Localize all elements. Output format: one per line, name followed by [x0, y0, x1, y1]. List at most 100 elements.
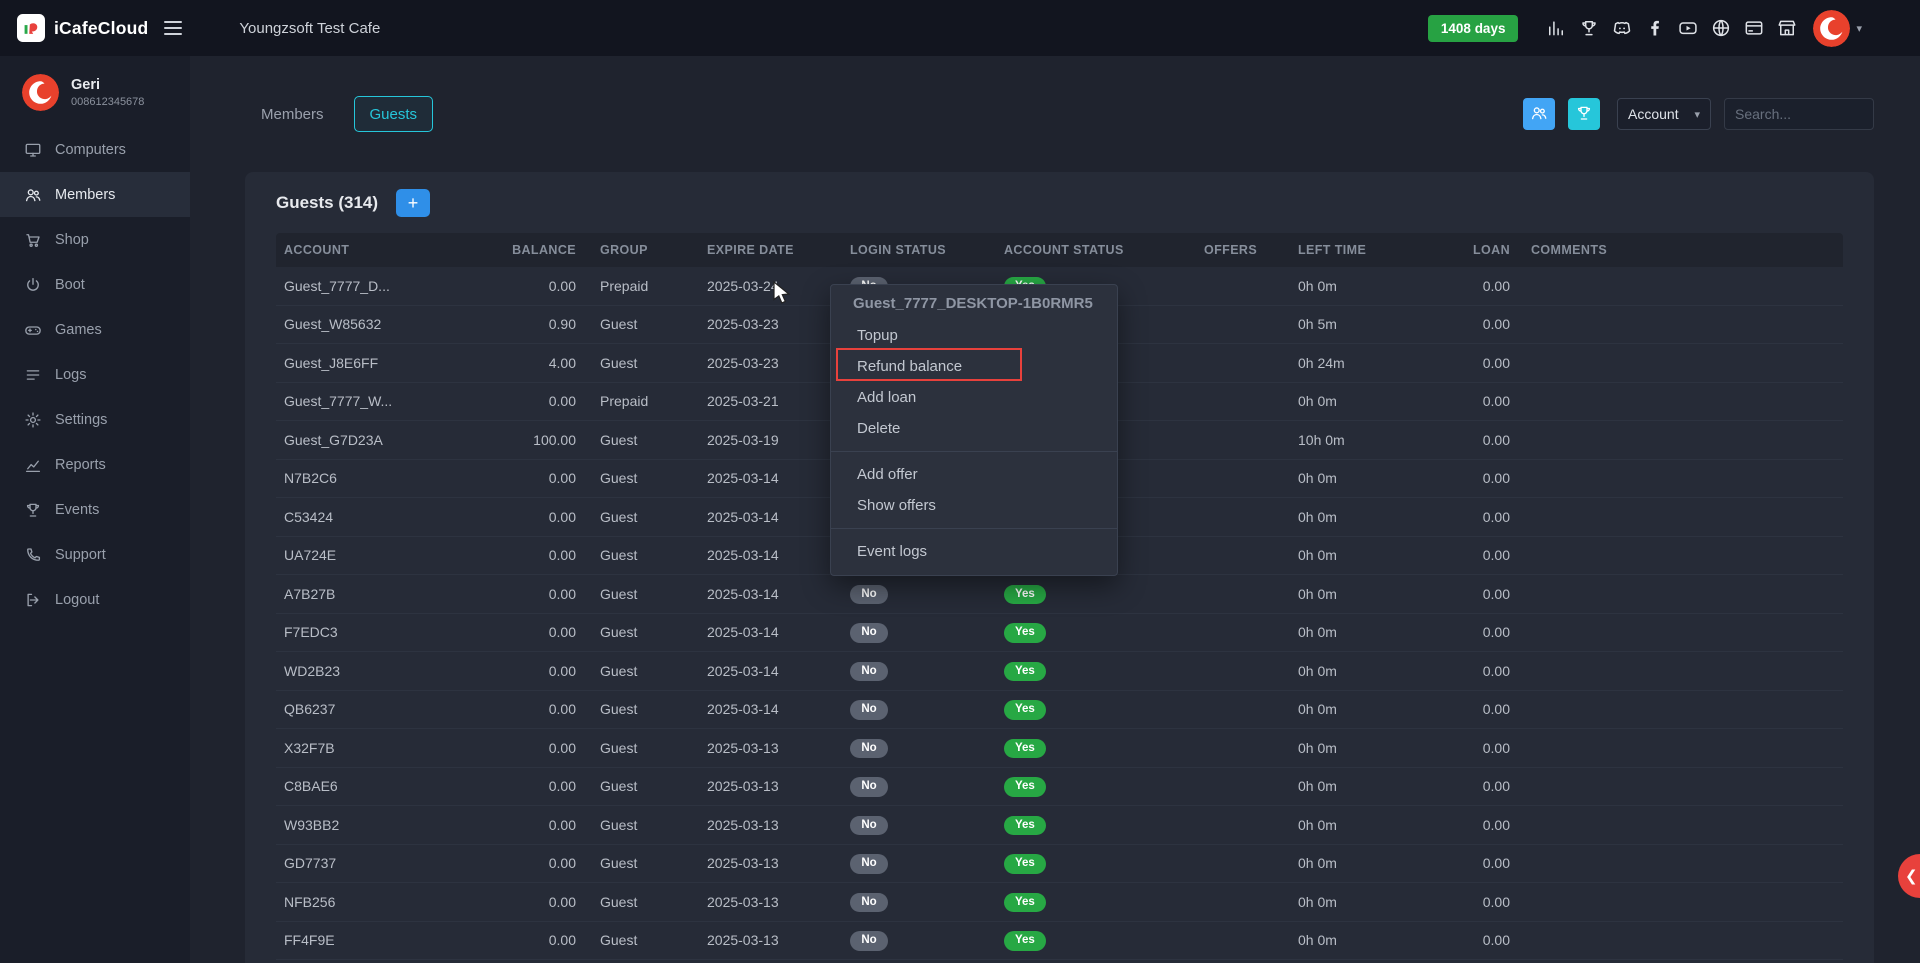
menu-item-show-offers[interactable]: Show offers: [831, 490, 1117, 521]
sidebar-user-block[interactable]: Geri 008612345678: [0, 56, 190, 127]
sidebar-item-logs[interactable]: Logs: [0, 352, 190, 397]
members-view-button[interactable]: [1523, 98, 1555, 130]
topbar: iCafeCloud Youngzsoft Test Cafe 1408 day…: [0, 0, 1920, 56]
menu-item-event-logs[interactable]: Event logs: [831, 536, 1117, 567]
view-buttons: [1523, 98, 1600, 130]
account-status-badge: Yes: [1004, 739, 1046, 759]
menu-toggle-button[interactable]: [164, 16, 188, 40]
sidebar-item-support[interactable]: Support: [0, 532, 190, 577]
cell-account: FF4F9E: [276, 932, 476, 948]
column-header-left-time[interactable]: LEFT TIME: [1298, 243, 1426, 257]
sidebar-item-settings[interactable]: Settings: [0, 397, 190, 442]
cell-loan: 0.00: [1426, 355, 1510, 371]
billing-icon[interactable]: [1742, 16, 1766, 40]
menu-item-refund-balance[interactable]: Refund balance: [831, 351, 1117, 382]
facebook-icon[interactable]: [1643, 16, 1667, 40]
computers-icon: [24, 141, 42, 159]
sidebar-item-label: Logout: [55, 592, 99, 608]
cell-left-time: 0h 0m: [1298, 740, 1426, 756]
cell-balance: 0.00: [476, 624, 576, 640]
sidebar-item-label: Shop: [55, 232, 89, 248]
table-row[interactable]: NFB2560.00Guest2025-03-13NoYes0h 0m0.00: [276, 883, 1843, 922]
sidebar-item-shop[interactable]: Shop: [0, 217, 190, 262]
table-row[interactable]: QB62370.00Guest2025-03-14NoYes0h 0m0.00: [276, 691, 1843, 730]
cell-login-status: No: [850, 892, 1004, 913]
table-row[interactable]: C8BAE60.00Guest2025-03-13NoYes0h 0m0.00: [276, 768, 1843, 807]
column-header-expire-date[interactable]: EXPIRE DATE: [707, 243, 850, 257]
table-row[interactable]: A7B27B0.00Guest2025-03-14NoYes0h 0m0.00: [276, 575, 1843, 614]
column-header-account[interactable]: ACCOUNT: [276, 243, 476, 257]
user-menu[interactable]: ▾: [1813, 10, 1862, 47]
reports-icon: [24, 456, 42, 474]
card-header: Guests (314) +: [276, 172, 1843, 233]
tournament-icon[interactable]: [1577, 16, 1601, 40]
cell-group: Guest: [576, 932, 707, 948]
cell-group: Prepaid: [576, 278, 707, 294]
cell-left-time: 0h 0m: [1298, 509, 1426, 525]
add-guest-button[interactable]: +: [396, 189, 430, 217]
sidebar-item-computers[interactable]: Computers: [0, 127, 190, 172]
menu-item-topup[interactable]: Topup: [831, 320, 1117, 351]
account-filter-select[interactable]: Account ▾: [1617, 98, 1711, 130]
menu-item-add-loan[interactable]: Add loan: [831, 382, 1117, 413]
menu-item-delete[interactable]: Delete: [831, 413, 1117, 444]
column-header-account-status[interactable]: ACCOUNT STATUS: [1004, 243, 1204, 257]
sidebar-item-games[interactable]: Games: [0, 307, 190, 352]
sidebar-item-logout[interactable]: Logout: [0, 577, 190, 622]
column-header-balance[interactable]: BALANCE: [476, 243, 576, 257]
column-header-offers[interactable]: OFFERS: [1204, 243, 1298, 257]
column-header-comments[interactable]: COMMENTS: [1510, 243, 1843, 257]
youtube-icon[interactable]: [1676, 16, 1700, 40]
table-row[interactable]: WD2B230.00Guest2025-03-14NoYes0h 0m0.00: [276, 652, 1843, 691]
member-guest-tabs: Members Guests: [245, 96, 433, 132]
cell-account: C53424: [276, 509, 476, 525]
account-status-badge: Yes: [1004, 854, 1046, 874]
sidebar-item-reports[interactable]: Reports: [0, 442, 190, 487]
column-header-login-status[interactable]: LOGIN STATUS: [850, 243, 1004, 257]
search-input[interactable]: [1724, 98, 1874, 130]
store-icon[interactable]: [1775, 16, 1799, 40]
table-header-row: ACCOUNTBALANCEGROUPEXPIRE DATELOGIN STAT…: [276, 233, 1843, 267]
refund-balance-highlight-box: [836, 348, 1022, 381]
table-row[interactable]: GD77370.00Guest2025-03-13NoYes0h 0m0.00: [276, 845, 1843, 884]
events-icon: [24, 501, 42, 519]
cell-account: NFB256: [276, 894, 476, 910]
toolbar-right: Account ▾: [1523, 98, 1874, 130]
table-row[interactable]: FF4F9E0.00Guest2025-03-13NoYes0h 0m0.00: [276, 922, 1843, 961]
brand[interactable]: iCafeCloud: [0, 14, 148, 42]
cell-account: Guest_W85632: [276, 316, 476, 332]
cell-left-time: 0h 0m: [1298, 817, 1426, 833]
table-row[interactable]: X32F7B0.00Guest2025-03-13NoYes0h 0m0.00: [276, 729, 1843, 768]
cell-group: Guest: [576, 894, 707, 910]
login-status-badge: No: [850, 700, 888, 720]
website-icon[interactable]: [1709, 16, 1733, 40]
discord-icon[interactable]: [1610, 16, 1634, 40]
toolbar: Members Guests Account ▾: [245, 96, 1874, 132]
table-row[interactable]: W93BB20.00Guest2025-03-13NoYes0h 0m0.00: [276, 806, 1843, 845]
cell-balance: 0.00: [476, 278, 576, 294]
sidebar-item-events[interactable]: Events: [0, 487, 190, 532]
menu-divider: [831, 451, 1117, 452]
license-days-badge[interactable]: 1408 days: [1428, 15, 1519, 42]
stats-icon[interactable]: [1544, 16, 1568, 40]
tournament-icon: [1575, 104, 1593, 125]
column-header-loan[interactable]: LOAN: [1426, 243, 1510, 257]
login-status-badge: No: [850, 816, 888, 836]
tournament-view-button[interactable]: [1568, 98, 1600, 130]
tab-guests[interactable]: Guests: [354, 96, 434, 132]
cell-left-time: 0h 0m: [1298, 778, 1426, 794]
login-status-badge: No: [850, 662, 888, 682]
cell-group: Guest: [576, 817, 707, 833]
sidebar-item-members[interactable]: Members: [0, 172, 190, 217]
cell-loan: 0.00: [1426, 663, 1510, 679]
cell-group: Guest: [576, 740, 707, 756]
login-status-badge: No: [850, 893, 888, 913]
table-row[interactable]: F7EDC30.00Guest2025-03-14NoYes0h 0m0.00: [276, 614, 1843, 653]
cell-left-time: 0h 0m: [1298, 470, 1426, 486]
login-status-badge: No: [850, 585, 888, 605]
cell-expire-date: 2025-03-14: [707, 509, 850, 525]
sidebar-item-boot[interactable]: Boot: [0, 262, 190, 307]
tab-members[interactable]: Members: [245, 96, 340, 132]
menu-item-add-offer[interactable]: Add offer: [831, 459, 1117, 490]
column-header-group[interactable]: GROUP: [576, 243, 707, 257]
